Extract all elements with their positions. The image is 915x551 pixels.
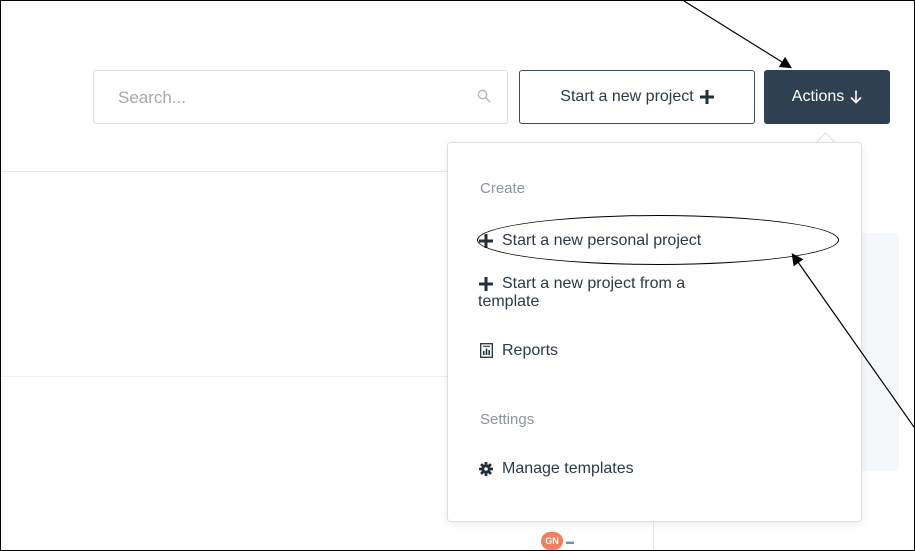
arrow-down-icon [850, 90, 862, 104]
search-icon[interactable] [477, 89, 491, 103]
avatar[interactable]: GN [541, 532, 563, 550]
menu-item-reports[interactable]: Reports [478, 342, 558, 363]
actions-label: Actions [791, 88, 845, 105]
actions-dropdown-menu: Create Start a new personal project Star… [447, 142, 862, 522]
menu-item-label: Reports [502, 342, 559, 359]
menu-item-start-new-personal-project[interactable]: Start a new personal project [478, 232, 701, 253]
menu-item-label: Start a new personal project [502, 232, 702, 249]
menu-item-label: Manage templates [502, 460, 634, 477]
gear-icon [478, 460, 494, 481]
avatar-extra-icon: ▬ [566, 537, 574, 546]
column-divider [653, 521, 654, 550]
menu-item-label: Start a new project from a template [478, 275, 686, 311]
search-box[interactable] [93, 70, 508, 124]
arrow-to-actions [683, 1, 793, 69]
start-new-project-label: Start a new project [560, 88, 694, 105]
menu-item-label-line1: Start a new project from a [502, 275, 686, 292]
header-divider [1, 171, 447, 172]
menu-item-start-new-project-from-template[interactable]: Start a new project from a template [478, 275, 685, 311]
list-divider [1, 376, 447, 377]
start-new-project-button[interactable]: Start a new project [519, 70, 755, 124]
section-title-settings: Settings [480, 411, 535, 428]
section-title-create: Create [480, 180, 526, 197]
side-panel [859, 233, 899, 471]
search-input[interactable] [116, 81, 450, 115]
plus-icon [478, 232, 494, 253]
menu-item-label-line2: template [478, 293, 540, 310]
actions-button[interactable]: Actions [764, 70, 890, 124]
plus-icon [699, 90, 714, 104]
report-icon [478, 342, 494, 363]
menu-item-manage-templates[interactable]: Manage templates [478, 460, 634, 481]
app-window: GN ▬ Start a new project Actions Create [0, 0, 915, 551]
